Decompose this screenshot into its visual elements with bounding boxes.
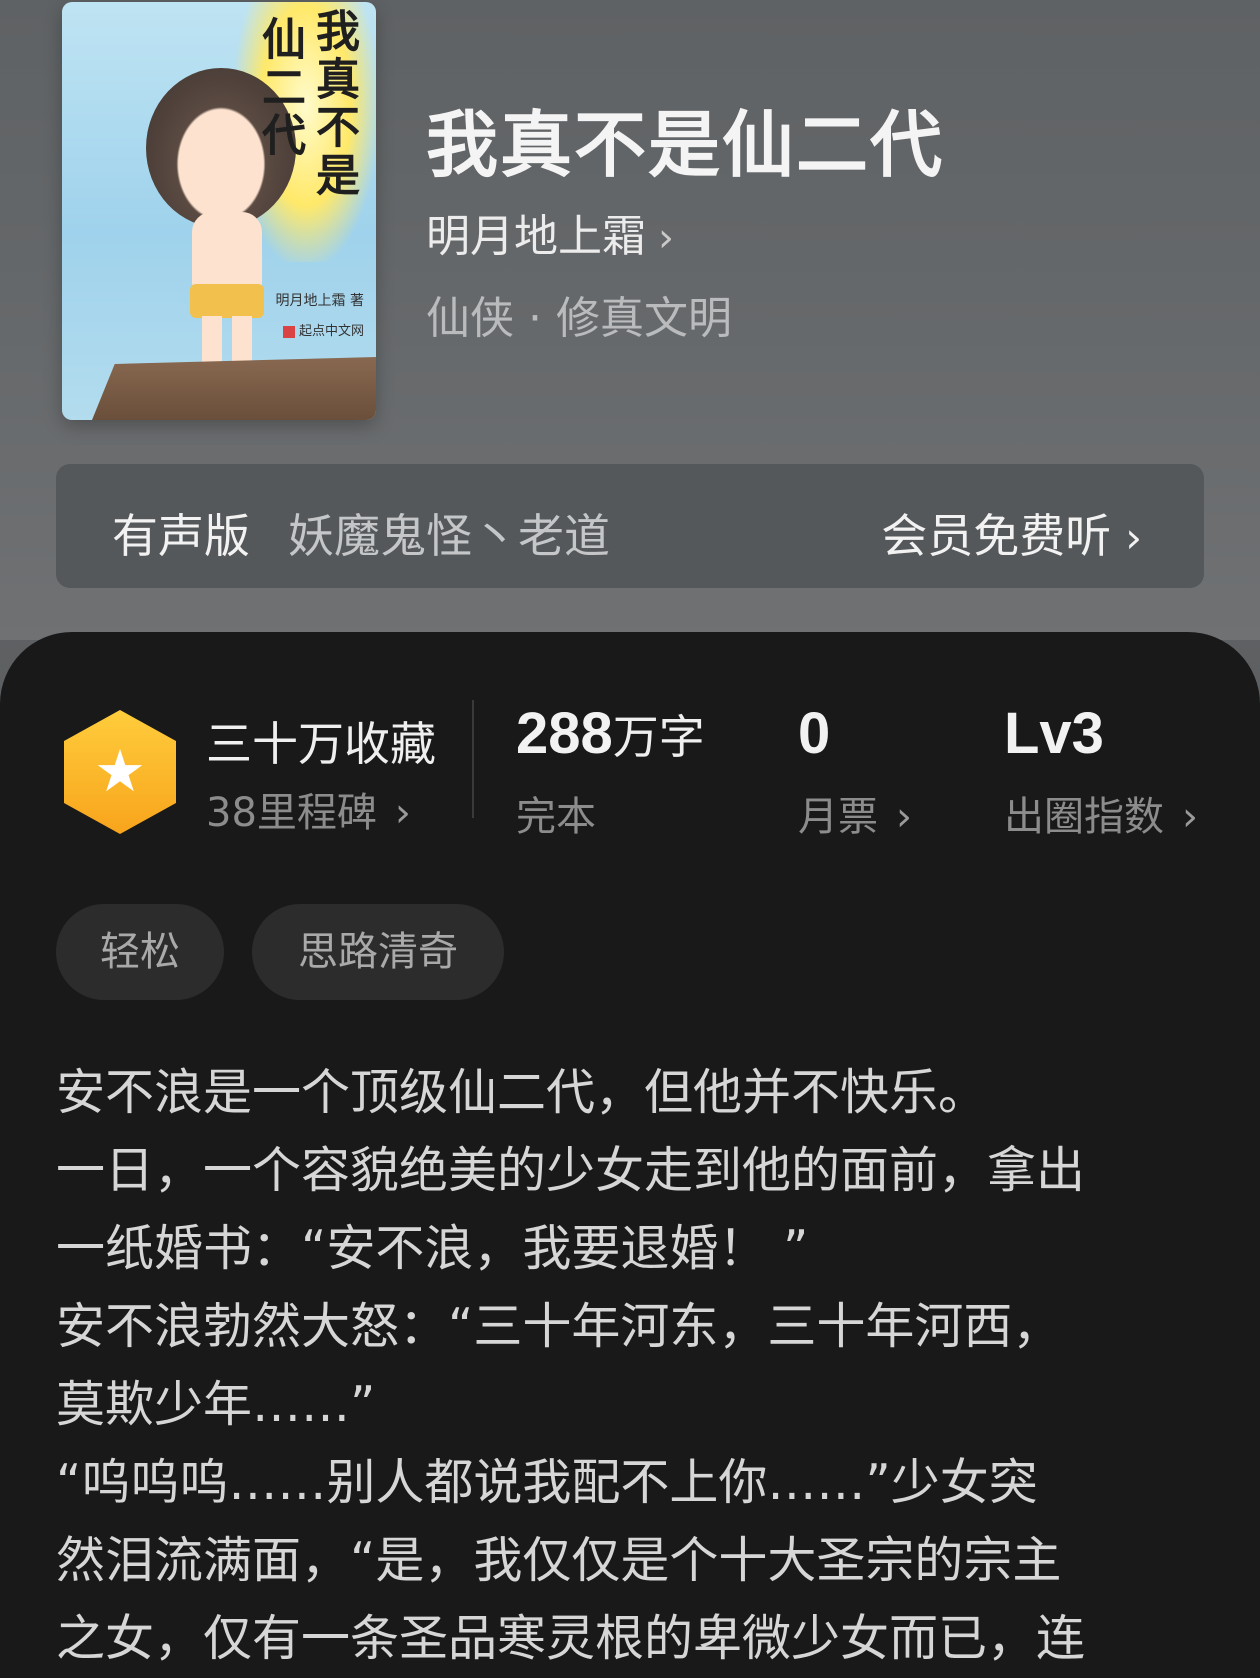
monthly-ticket-count: 0 (798, 700, 830, 767)
cover-character-legs (202, 316, 252, 362)
synopsis-line: 一纸婚书：“安不浪，我要退婚！ ” (56, 1220, 809, 1277)
synopsis-line: 一日，一个容貌绝美的少女走到他的面前，拿出 (56, 1142, 1086, 1199)
monthly-ticket-number: 0 (798, 701, 831, 766)
book-title: 我真不是仙二代 (426, 102, 945, 187)
book-cover[interactable]: 我真不是 仙二代 明月地上霜 著 起点中文网 (62, 2, 376, 420)
member-free-listen-label: 会员免费听 (881, 509, 1112, 563)
monthly-ticket-link[interactable]: 月票 › (798, 784, 912, 842)
audiobook-narrators: 妖魔鬼怪丶老道 (288, 509, 610, 563)
synopsis-line: 安不浪勃然大怒：“三十年河东，三十年河西， (56, 1298, 1062, 1355)
publisher-logo-icon (282, 325, 295, 338)
word-count-number: 288 (516, 701, 613, 766)
chevron-right-icon: › (394, 790, 411, 836)
stats-divider (472, 700, 474, 818)
chevron-right-icon: › (658, 215, 674, 261)
audiobook-bar[interactable]: 有声版 妖魔鬼怪丶老道 会员免费听 › (56, 464, 1204, 588)
cover-character-shorts (190, 284, 264, 318)
word-count-unit: 万字 (612, 710, 705, 764)
chevron-right-icon: › (896, 794, 912, 840)
member-free-listen-link[interactable]: 会员免费听 › (881, 500, 1142, 566)
popularity-level-number: Lv3 (1004, 701, 1104, 766)
synopsis-line: 安不浪是一个顶级仙二代，但他并不快乐。 (56, 1064, 988, 1121)
completion-status: 完本 (516, 794, 596, 840)
synopsis-line: 然泪流满面，“是，我仅仅是个十大圣宗的宗主 (56, 1532, 1062, 1589)
popularity-index-label: 出圈指数 (1004, 794, 1164, 840)
collection-title: 三十万收藏 (206, 717, 436, 771)
cover-publisher-mark: 起点中文网 (282, 320, 364, 339)
book-synopsis[interactable]: 安不浪是一个顶级仙二代，但他并不快乐。 一日，一个容貌绝美的少女走到他的面前，拿… (56, 1054, 1206, 1678)
author-name: 明月地上霜 (426, 211, 646, 262)
chevron-right-icon: › (1182, 794, 1198, 840)
tag-chip[interactable]: 轻松 (56, 904, 224, 1000)
star-icon: ★ (94, 737, 146, 805)
synopsis-line: “呜呜呜……别人都说我配不上你……”少女突 (56, 1454, 1038, 1511)
synopsis-line: 之女，仅有一条圣品寒灵根的卑微少女而已，连 (56, 1610, 1086, 1667)
publisher-name: 起点中文网 (298, 324, 364, 339)
monthly-ticket-label: 月票 (798, 794, 878, 840)
chevron-right-icon: › (1125, 513, 1142, 562)
audiobook-label: 有声版 (112, 509, 250, 563)
milestone-label: 38里程碑 (206, 790, 377, 836)
cover-author-mark: 明月地上霜 著 (275, 293, 364, 309)
genre-label: 仙侠 · 修真文明 (426, 293, 732, 344)
synopsis-line: 莫欺少年……” (56, 1376, 376, 1433)
author-link[interactable]: 明月地上霜 › (426, 200, 674, 264)
word-count: 288万字 (516, 700, 705, 767)
popularity-index-link[interactable]: 出圈指数 › (1004, 784, 1198, 842)
popularity-level: Lv3 (1004, 700, 1104, 767)
cover-title-col2: 仙二代 (254, 16, 305, 160)
milestone-link[interactable]: 38里程碑 › (206, 780, 411, 838)
cover-title-col1: 我真不是 (308, 8, 359, 200)
tag-chip[interactable]: 思路清奇 (252, 904, 504, 1000)
